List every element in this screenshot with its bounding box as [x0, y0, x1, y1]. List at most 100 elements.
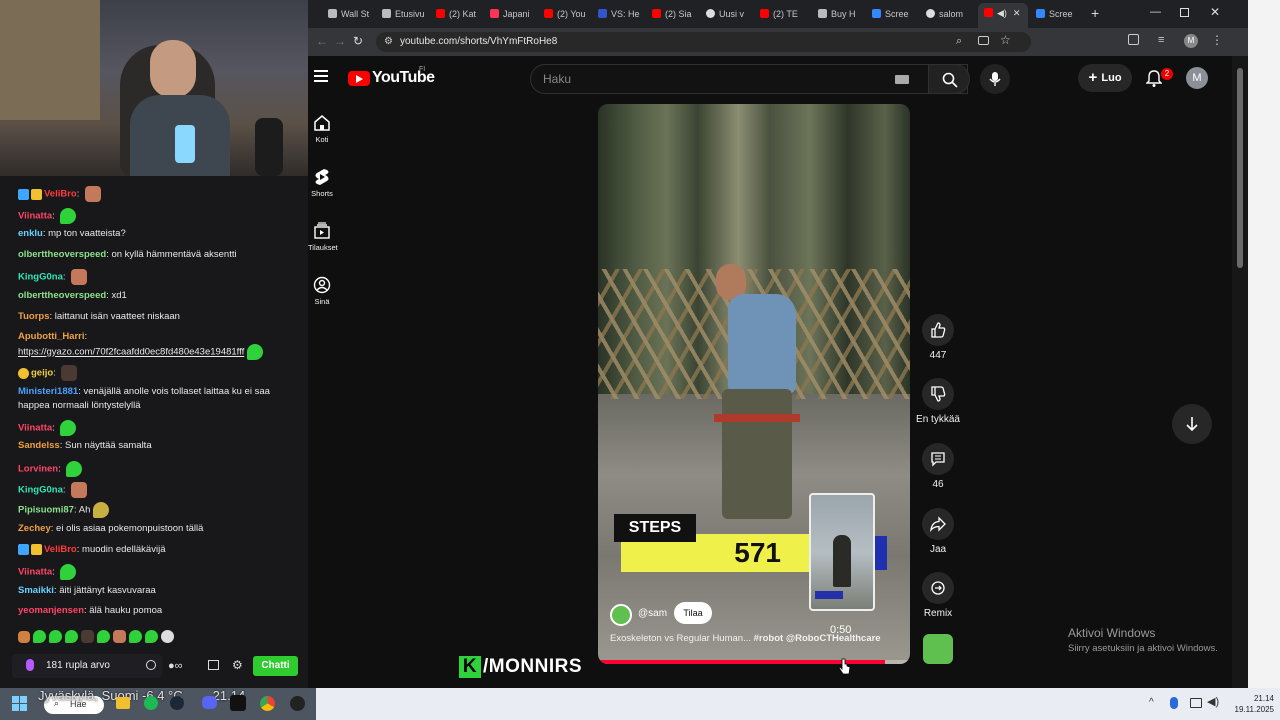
- youtube-logo-icon[interactable]: [348, 71, 370, 86]
- windows-start-icon[interactable]: [12, 696, 28, 712]
- emote-icon[interactable]: [49, 630, 62, 643]
- keyboard-icon[interactable]: [895, 75, 909, 84]
- chat-username[interactable]: VeliBro: [44, 189, 77, 200]
- search-button[interactable]: [928, 64, 970, 94]
- tray-mic-icon[interactable]: [1170, 697, 1178, 709]
- browser-tab-active[interactable]: ◀) ✕: [978, 3, 1028, 28]
- taskbar-clock[interactable]: 21.14 19.11.2025: [1222, 693, 1274, 715]
- subscribe-button[interactable]: Tilaa: [674, 602, 712, 624]
- tab-close-icon[interactable]: ✕: [1013, 8, 1021, 18]
- page-scrollbar[interactable]: [1232, 56, 1248, 688]
- close-window-icon[interactable]: ✕: [1210, 5, 1220, 19]
- share-button[interactable]: Jaa: [916, 508, 960, 555]
- chat-username[interactable]: VeliBro: [44, 544, 77, 555]
- volume-icon[interactable]: ◀): [1207, 695, 1219, 708]
- settings-gear-icon[interactable]: ⚙: [232, 658, 243, 672]
- browser-tab[interactable]: Buy H: [818, 4, 870, 24]
- media-control-icon[interactable]: ≡: [1158, 34, 1164, 46]
- chat-link[interactable]: https://gyazo.com/70f2fcaafdd0ec8fd480e4…: [18, 347, 244, 358]
- chat-username[interactable]: Sandelss: [18, 440, 60, 451]
- chat-username[interactable]: KingG0na: [18, 485, 63, 496]
- install-app-icon[interactable]: [978, 36, 989, 45]
- remix-button[interactable]: Remix: [916, 572, 960, 619]
- emote-icon[interactable]: [33, 630, 46, 643]
- chat-username[interactable]: yeomanjensen: [18, 605, 84, 616]
- site-info-icon[interactable]: ⚙: [384, 36, 393, 47]
- emote-icon[interactable]: [113, 630, 126, 643]
- discord-icon[interactable]: [202, 696, 217, 709]
- nav-home[interactable]: Koti: [308, 114, 336, 144]
- bookmark-star-icon[interactable]: ☆: [1000, 33, 1011, 47]
- tray-chevron-icon[interactable]: ^: [1149, 697, 1154, 708]
- steam-icon[interactable]: [170, 696, 184, 710]
- profile-avatar[interactable]: M: [1184, 34, 1198, 48]
- chat-username[interactable]: olberttheoverspeed: [18, 249, 106, 260]
- obs-icon[interactable]: [230, 695, 246, 711]
- browser-tab[interactable]: Etusivu: [382, 4, 434, 24]
- chat-username[interactable]: Smaikki: [18, 585, 54, 596]
- maximize-icon[interactable]: [1180, 8, 1189, 17]
- emote-icon[interactable]: [145, 630, 158, 643]
- chat-username[interactable]: Tuorps: [18, 311, 50, 322]
- browser-tab[interactable]: Scree: [1036, 4, 1088, 24]
- forward-icon[interactable]: →: [334, 34, 346, 48]
- browser-tab[interactable]: Uusi v: [706, 4, 758, 24]
- like-button[interactable]: 447: [916, 314, 960, 361]
- search-input[interactable]: Haku: [530, 64, 968, 94]
- scrollbar-thumb[interactable]: [1237, 68, 1243, 268]
- chat-input[interactable]: 181 rupla arvo: [12, 654, 162, 678]
- chat-username[interactable]: KingG0na: [18, 272, 63, 283]
- emote-icon[interactable]: [81, 630, 94, 643]
- url-field[interactable]: ⚙ youtube.com/shorts/VhYmFtRoHe8 ⌕ ☆: [376, 32, 1031, 52]
- emote-icon[interactable]: [65, 630, 78, 643]
- nav-subscriptions[interactable]: Tilaukset: [308, 222, 338, 252]
- chat-username[interactable]: Pipisuomi87: [18, 505, 74, 516]
- chat-username[interactable]: Viinatta: [18, 567, 52, 578]
- back-icon[interactable]: ←: [316, 34, 328, 48]
- browser-tab[interactable]: Wall St: [328, 4, 380, 24]
- chat-username[interactable]: enklu: [18, 228, 43, 239]
- zoom-icon[interactable]: ⌕: [956, 35, 962, 48]
- short-video-player[interactable]: 571 STEPS @sam Tilaa 0:50 Exoskeleton vs…: [598, 104, 910, 664]
- voice-search-button[interactable]: [980, 64, 1010, 94]
- new-tab-icon[interactable]: +: [1091, 5, 1099, 21]
- minimize-icon[interactable]: —: [1150, 6, 1161, 18]
- chat-username[interactable]: Viinatta: [18, 211, 52, 222]
- emote-icon[interactable]: [161, 630, 174, 643]
- chat-username[interactable]: Apubotti_Harri: [18, 331, 85, 342]
- hamburger-menu-icon[interactable]: [314, 70, 328, 82]
- chat-username[interactable]: olberttheoverspeed: [18, 290, 106, 301]
- spotify-icon[interactable]: [144, 696, 158, 710]
- chat-username[interactable]: Zechey: [18, 523, 51, 534]
- emote-icon[interactable]: [18, 630, 30, 643]
- browser-tab[interactable]: VS: He: [598, 4, 650, 24]
- emote-icon[interactable]: [97, 630, 110, 643]
- video-title[interactable]: Exoskeleton vs Regular Human... #robot @…: [610, 633, 910, 644]
- chat-username[interactable]: Ministeri1881: [18, 386, 78, 397]
- store-icon[interactable]: [208, 660, 219, 670]
- browser-tab[interactable]: (2) Kat: [436, 4, 488, 24]
- comments-button[interactable]: 46: [916, 443, 960, 490]
- chat-send-button[interactable]: Chatti: [253, 656, 298, 676]
- browser-tab[interactable]: (2) Sia: [652, 4, 704, 24]
- extensions-icon[interactable]: [1128, 34, 1139, 45]
- browser-tab[interactable]: (2) You: [544, 4, 596, 24]
- app-icon[interactable]: [290, 696, 305, 711]
- menu-dots-icon[interactable]: ⋮: [1211, 33, 1223, 47]
- file-explorer-icon[interactable]: [116, 697, 130, 709]
- create-button[interactable]: + Luo: [1078, 64, 1132, 92]
- channel-avatar[interactable]: [610, 604, 632, 626]
- notifications-bell-icon[interactable]: [1146, 70, 1162, 88]
- chrome-icon[interactable]: [260, 696, 275, 711]
- account-avatar[interactable]: M: [1186, 67, 1208, 89]
- browser-tab[interactable]: Japani: [490, 4, 542, 24]
- video-progress-bar[interactable]: [598, 660, 910, 664]
- browser-tab[interactable]: salom: [926, 4, 978, 24]
- chat-username[interactable]: geijo: [31, 368, 53, 379]
- dislike-button[interactable]: En tykkää: [914, 378, 962, 425]
- emoji-icon[interactable]: [146, 660, 156, 670]
- browser-tab[interactable]: Scree: [872, 4, 924, 24]
- channel-name[interactable]: @sam: [638, 608, 667, 619]
- nav-shorts[interactable]: Shorts: [308, 168, 336, 198]
- sound-thumbnail[interactable]: [923, 634, 953, 664]
